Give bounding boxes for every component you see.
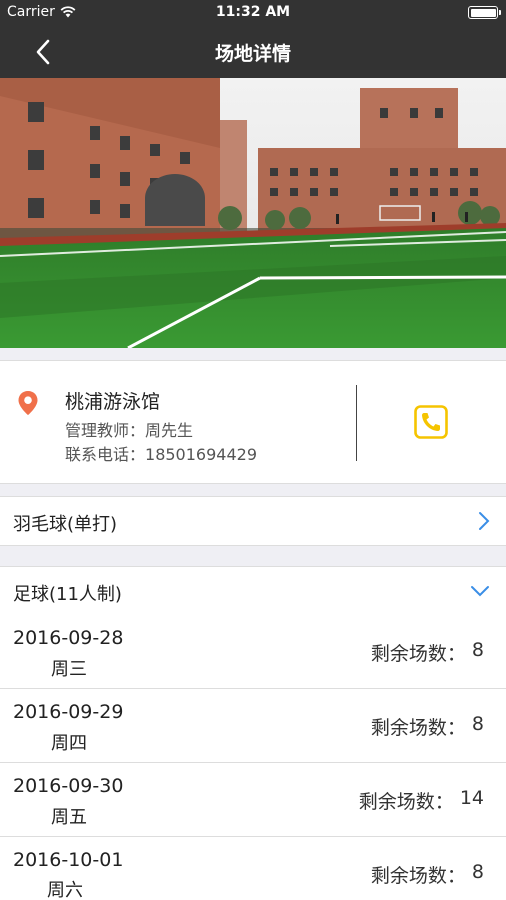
chevron-right-icon [479,512,490,530]
manager-info: 管理教师：周先生 [65,417,193,441]
schedule-weekday: 周六 [47,880,83,900]
schedule-row[interactable]: 2016-10-01 周六 剩余场数： 8 [0,837,506,900]
navigation-bar: 场地详情 [0,26,506,78]
schedule-date: 2016-09-28 [13,627,124,649]
remaining-value: 14 [459,787,484,809]
remaining-label: 剩余场数： [370,643,466,665]
battery-icon [468,6,501,19]
status-bar: Carrier 11:32 AM [0,0,506,26]
schedule-weekday: 周三 [51,659,87,680]
remaining-value: 8 [471,639,484,661]
manager-label: 管理教师： [65,421,146,440]
remaining-value: 8 [471,713,484,735]
page-title: 场地详情 [214,43,291,65]
chevron-down-icon [471,586,489,597]
venue-photo [0,78,506,348]
schedule-row[interactable]: 2016-09-28 周三 剩余场数： 8 [0,615,506,689]
schedule-date: 2016-10-01 [13,849,124,871]
remaining-label: 剩余场数： [370,865,466,887]
remaining-count: 剩余场数： 8 [371,639,484,666]
remaining-label: 剩余场数： [370,717,466,739]
phone-icon [414,405,448,439]
remaining-value: 8 [471,861,484,883]
vertical-divider [356,385,357,461]
schedule-weekday: 周四 [51,733,87,754]
manager-name: 周先生 [145,421,194,440]
remaining-count: 剩余场数： 8 [371,713,484,740]
sport-label: 足球(11人制) [13,584,122,605]
venue-name: 桃浦游泳馆 [65,391,161,413]
phone-label: 联系电话： [65,445,146,464]
clock: 11:32 AM [215,4,291,20]
call-button[interactable] [414,405,448,443]
sport-row-football[interactable]: 足球(11人制) [0,566,506,616]
sport-label: 羽毛球(单打) [13,514,118,535]
schedule-row[interactable]: 2016-09-29 周四 剩余场数： 8 [0,689,506,763]
schedule-weekday: 周五 [51,807,87,828]
remaining-label: 剩余场数： [358,791,454,813]
venue-info-card: 桃浦游泳馆 管理教师：周先生 联系电话：18501694429 [0,360,506,484]
schedule-date: 2016-09-29 [13,701,124,723]
phone-info: 联系电话：18501694429 [65,441,257,465]
remaining-count: 剩余场数： 8 [371,861,484,888]
location-pin-icon [18,391,38,415]
sport-row-badminton[interactable]: 羽毛球(单打) [0,496,506,546]
remaining-count: 剩余场数： 14 [359,787,484,814]
schedule-row[interactable]: 2016-09-30 周五 剩余场数： 14 [0,763,506,837]
schedule-date: 2016-09-30 [13,775,124,797]
phone-number: 18501694429 [145,445,257,464]
